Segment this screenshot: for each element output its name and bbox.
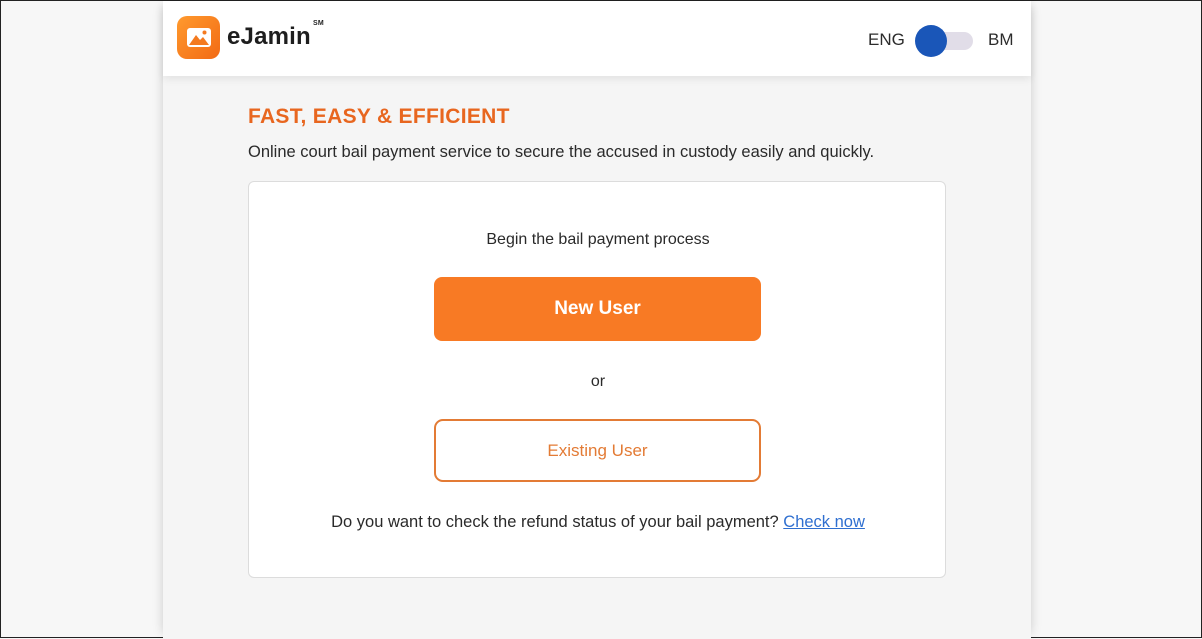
mountain-photo-icon[interactable] <box>177 16 220 59</box>
lang-eng-label: ENG <box>868 30 905 49</box>
page-headline: FAST, EASY & EFFICIENT <box>248 105 510 128</box>
brand-name-text: eJamin <box>227 23 311 50</box>
page-container: eJamin SM ENG BM FAST, EASY & EFFICIENT O… <box>163 1 1031 639</box>
new-user-button[interactable]: New User <box>434 277 761 341</box>
service-mark: SM <box>313 20 324 27</box>
check-now-link[interactable]: Check now <box>783 513 865 531</box>
page-subtitle: Online court bail payment service to sec… <box>248 143 875 161</box>
top-header: eJamin SM ENG BM <box>163 1 1031 76</box>
refund-question: Do you want to check the refund status o… <box>331 513 779 531</box>
refund-status-text: Do you want to check the refund status o… <box>249 513 947 532</box>
language-toggle[interactable] <box>915 25 973 57</box>
or-divider-text: or <box>590 373 606 390</box>
existing-user-button[interactable]: Existing User <box>434 419 761 482</box>
lang-bm-label: BM <box>988 30 1014 49</box>
toggle-knob <box>915 25 947 57</box>
card-prompt: Begin the bail payment process <box>486 231 710 248</box>
brand-name[interactable]: eJamin SM <box>227 20 324 51</box>
window-frame: eJamin SM ENG BM FAST, EASY & EFFICIENT O… <box>0 0 1202 639</box>
bail-payment-card: Begin the bail payment process New User … <box>248 181 946 578</box>
